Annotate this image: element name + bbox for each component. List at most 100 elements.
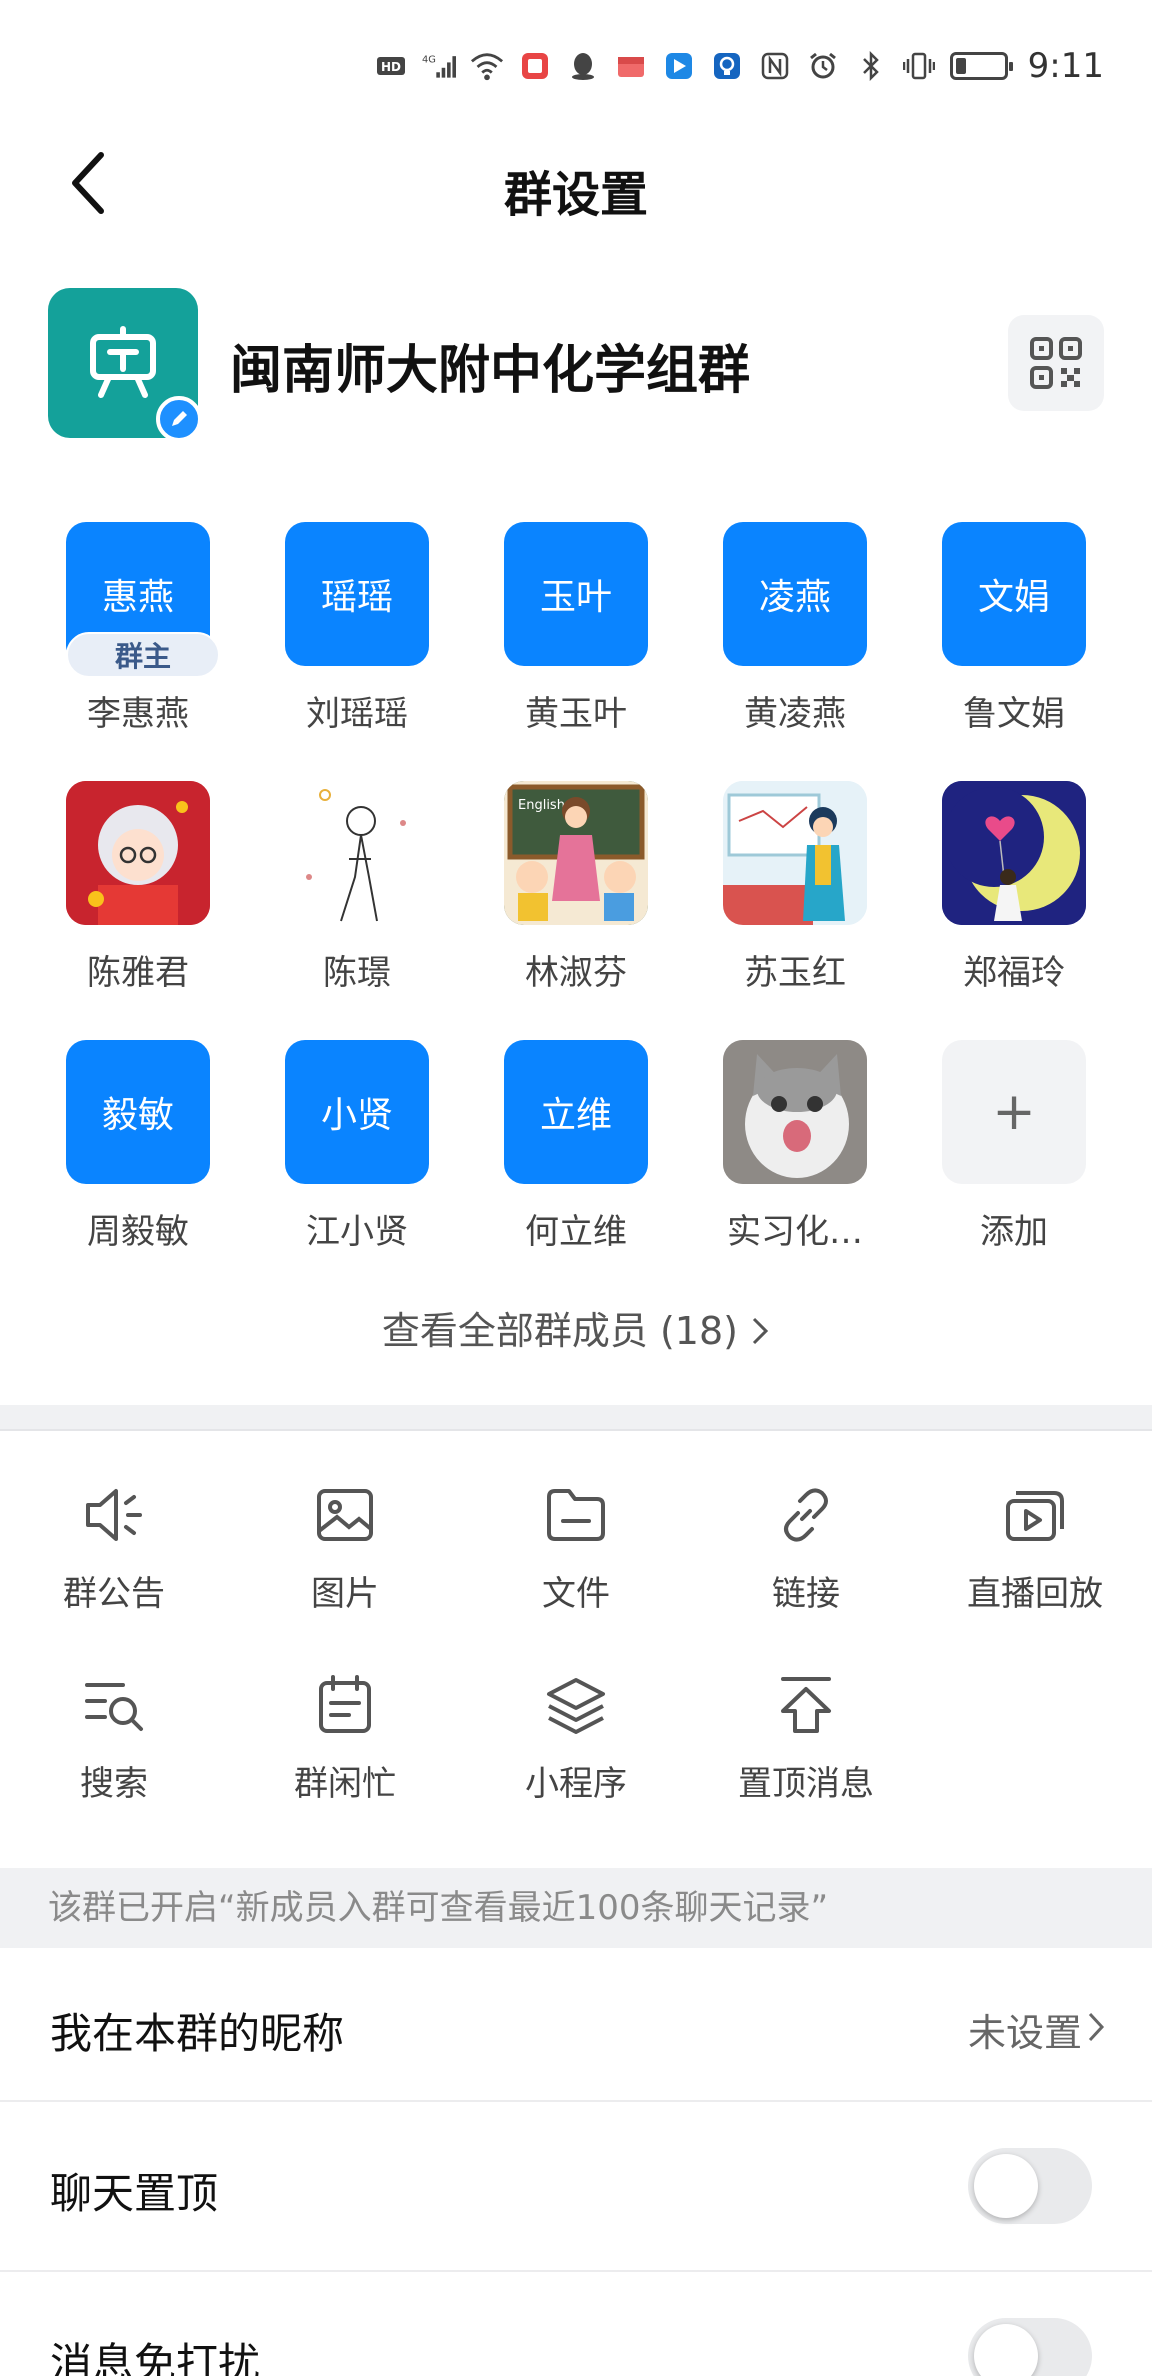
layers-icon <box>541 1670 611 1740</box>
plus-icon: + <box>942 1040 1086 1184</box>
tool-label: 直播回放 <box>967 1574 1103 1614</box>
member-item[interactable]: 小贤 江小贤 <box>267 1040 447 1253</box>
app-notification-icon <box>662 49 696 83</box>
edit-icon[interactable] <box>156 396 202 442</box>
tool-label: 置顶消息 <box>738 1764 874 1804</box>
cartoon-grandma-avatar <box>66 781 210 925</box>
group-avatar[interactable] <box>48 288 202 442</box>
member-name: 江小贤 <box>306 1212 408 1252</box>
chevron-right-icon <box>753 1317 769 1345</box>
qr-code-button[interactable] <box>1008 315 1104 411</box>
section-divider <box>0 1405 1152 1431</box>
member-avatar: 凌燕 <box>723 522 867 666</box>
teacher-board-avatar <box>723 781 867 925</box>
tool-links[interactable]: 链接 <box>706 1480 906 1615</box>
toggle-knob <box>974 2154 1038 2218</box>
tool-search[interactable]: 搜索 <box>14 1670 214 1805</box>
nickname-value: 未设置 <box>967 2011 1082 2055</box>
member-name: 黄玉叶 <box>525 694 627 734</box>
pin-chat-row: 聊天置顶 <box>0 2102 1152 2272</box>
signal-4g-icon: 4G <box>422 49 456 83</box>
pin-top-icon <box>771 1670 841 1740</box>
member-item[interactable]: 立维 何立维 <box>486 1040 666 1253</box>
member-name: 郑福玲 <box>963 953 1065 993</box>
do-not-disturb-row: 消息免打扰 <box>0 2272 1152 2376</box>
row-label: 消息免打扰 <box>50 2339 261 2376</box>
teacher-kids-avatar: English <box>504 781 648 925</box>
svg-text:English: English <box>518 798 565 813</box>
member-item[interactable]: English 林淑芬 <box>486 781 666 994</box>
sketch-girl-avatar <box>285 781 429 925</box>
member-name: 何立维 <box>525 1212 627 1252</box>
member-avatar: 立维 <box>504 1040 648 1184</box>
clock-time: 9:11 <box>1027 46 1104 86</box>
group-info: 闽南师大附中化学组群 <box>48 288 1104 442</box>
tool-pinned-messages[interactable]: 置顶消息 <box>706 1670 906 1805</box>
tool-availability[interactable]: 群闲忙 <box>245 1670 445 1805</box>
tool-live-replay[interactable]: 直播回放 <box>935 1480 1135 1615</box>
search-list-icon <box>79 1670 149 1740</box>
chevron-right-icon <box>1088 2012 1105 2042</box>
member-name: 周毅敏 <box>87 1212 189 1252</box>
member-item[interactable]: 玉叶 黄玉叶 <box>486 522 666 735</box>
row-label: 我在本群的昵称 <box>50 2009 345 2058</box>
member-name: 李惠燕 <box>87 694 189 734</box>
qr-code-icon <box>1030 337 1082 389</box>
member-name: 陈璟 <box>323 953 391 993</box>
member-item[interactable]: 瑶瑶 刘瑶瑶 <box>267 522 447 735</box>
member-item[interactable]: 郑福玲 <box>924 781 1104 994</box>
tool-announcement[interactable]: 群公告 <box>14 1480 214 1615</box>
member-item[interactable]: 文娟 鲁文娟 <box>924 522 1104 735</box>
member-item[interactable]: 毅敏 周毅敏 <box>48 1040 228 1253</box>
tool-images[interactable]: 图片 <box>245 1480 445 1615</box>
member-avatar: 文娟 <box>942 522 1086 666</box>
member-item[interactable]: 苏玉红 <box>705 781 885 994</box>
alarm-icon <box>806 49 840 83</box>
wifi-icon <box>470 49 504 83</box>
member-name: 林淑芬 <box>525 953 627 993</box>
member-name: 陈雅君 <box>87 953 189 993</box>
nav-header: 群设置 <box>0 130 1152 240</box>
tool-mini-programs[interactable]: 小程序 <box>476 1670 676 1805</box>
nickname-row[interactable]: 我在本群的昵称 未设置 <box>0 1950 1152 2102</box>
member-name: 黄凌燕 <box>744 694 846 734</box>
owner-badge: 群主 <box>66 632 220 678</box>
tool-label: 链接 <box>772 1574 840 1614</box>
view-all-members-link[interactable]: 查看全部群成员 (18) <box>0 1300 1152 1355</box>
member-item[interactable]: 惠燕 群主 李惠燕 <box>48 522 228 735</box>
replay-icon <box>1000 1480 1070 1550</box>
member-name: 苏玉红 <box>744 953 846 993</box>
tool-label: 群公告 <box>63 1574 165 1614</box>
member-name: 刘瑶瑶 <box>306 694 408 734</box>
row-label: 聊天置顶 <box>50 2169 219 2218</box>
cat-avatar <box>723 1040 867 1184</box>
member-item[interactable]: 凌燕 黄凌燕 <box>705 522 885 735</box>
app-notification-icon <box>518 49 552 83</box>
member-item[interactable]: 实习化… <box>705 1040 885 1253</box>
add-member-button[interactable]: + 添加 <box>924 1040 1104 1253</box>
status-bar: HD 4G 9:11 <box>0 0 1152 130</box>
hd-icon: HD <box>374 49 408 83</box>
member-item[interactable]: 陈雅君 <box>48 781 228 994</box>
tool-label: 搜索 <box>80 1764 148 1804</box>
do-not-disturb-toggle[interactable] <box>968 2318 1092 2376</box>
tool-label: 文件 <box>542 1574 610 1614</box>
member-avatar: 玉叶 <box>504 522 648 666</box>
bluetooth-icon <box>854 49 888 83</box>
toggle-knob <box>974 2324 1038 2376</box>
presentation-board-icon <box>90 326 156 398</box>
link-icon <box>771 1480 841 1550</box>
app-notification-icon <box>614 49 648 83</box>
calendar-icon <box>310 1670 380 1740</box>
member-name: 实习化… <box>727 1212 863 1252</box>
group-name[interactable]: 闽南师大附中化学组群 <box>230 328 750 403</box>
battery-icon <box>949 52 1013 80</box>
member-item[interactable]: 陈璟 <box>267 781 447 994</box>
tool-label: 群闲忙 <box>294 1764 396 1804</box>
tool-label: 图片 <box>311 1574 379 1614</box>
tool-label: 小程序 <box>525 1764 627 1804</box>
tool-files[interactable]: 文件 <box>476 1480 676 1615</box>
member-avatar: 小贤 <box>285 1040 429 1184</box>
pin-chat-toggle[interactable] <box>968 2148 1092 2224</box>
app-notification-icon <box>710 49 744 83</box>
